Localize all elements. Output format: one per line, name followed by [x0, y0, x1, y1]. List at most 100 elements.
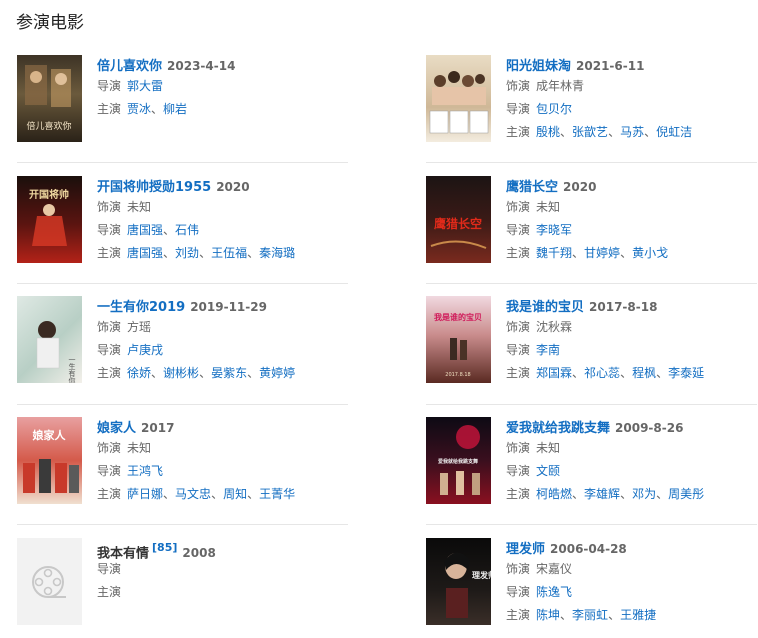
film-title[interactable]: 一生有你2019: [97, 300, 185, 315]
cast-label: 主演: [97, 366, 122, 380]
film-card-f2: 阳光姐妹淘 2021-6-11 饰演 成年林青 导演 包贝尔 主演 殷桃、张歆艺、马苏、…: [426, 55, 758, 155]
director-link[interactable]: 陈逸飞: [536, 585, 572, 599]
cast-label: 主演: [506, 366, 531, 380]
film-poster[interactable]: 我是谁的宝贝 2017.8.18: [426, 296, 491, 383]
film-poster[interactable]: 一生有你: [17, 296, 82, 383]
film-title[interactable]: 爱我就给我跳支舞: [506, 421, 610, 436]
film-date: 2008: [182, 546, 216, 561]
cast-link[interactable]: 黄婷婷: [259, 366, 295, 380]
cast-link[interactable]: 秦海璐: [259, 246, 295, 260]
film-poster[interactable]: 开国将帅: [17, 176, 82, 263]
film-title[interactable]: 阳光姐妹淘: [506, 59, 571, 74]
row-divider: [17, 524, 348, 525]
cast-link[interactable]: 周美彤: [668, 487, 704, 501]
citation-link[interactable]: [85]: [152, 541, 177, 554]
cast-link[interactable]: 魏千翔: [536, 246, 572, 260]
director-link[interactable]: 石伟: [175, 223, 199, 237]
cast-link[interactable]: 殷桃: [536, 125, 560, 139]
cast-link[interactable]: 王菁华: [259, 487, 295, 501]
film-date: 2021-6-11: [576, 59, 645, 73]
film-poster[interactable]: 娘家人: [17, 417, 82, 504]
cast-link[interactable]: 黄小戈: [632, 246, 668, 260]
director-link[interactable]: 卢庚戌: [127, 343, 163, 357]
cast-link[interactable]: 马苏: [620, 125, 644, 139]
director-link[interactable]: 包贝尔: [536, 102, 572, 116]
film-poster[interactable]: 理发师: [426, 538, 491, 625]
film-reel-icon: [31, 565, 66, 598]
separator: 、: [572, 246, 585, 260]
cast-link[interactable]: 甘婷婷: [584, 246, 620, 260]
separator: 、: [199, 366, 212, 380]
film-title[interactable]: 开国将帅授勋1955: [97, 180, 211, 195]
film-poster[interactable]: 倍儿喜欢你: [17, 55, 82, 142]
cast-link[interactable]: 周知: [223, 487, 247, 501]
cast-link[interactable]: 马文忠: [175, 487, 211, 501]
cast-link[interactable]: 张歆艺: [572, 125, 608, 139]
cast-link[interactable]: 贾冰: [127, 102, 151, 116]
film-poster[interactable]: 爱我就给我跳支舞: [426, 417, 491, 504]
film-card-f4: 鹰猎长空 鹰猎长空 2020 饰演 未知 导演 李晓军 主演 魏千翔、甘婷婷、黄小戈: [426, 176, 758, 276]
cast-link[interactable]: 刘劲: [175, 246, 199, 260]
film-title[interactable]: 理发师: [506, 542, 545, 557]
cast-link[interactable]: 李泰延: [668, 366, 704, 380]
cast-link[interactable]: 倪虹洁: [656, 125, 692, 139]
role-value: 未知: [127, 200, 152, 214]
cast-link[interactable]: 郑国霖: [536, 366, 572, 380]
poster-title: 开国将帅: [29, 188, 69, 201]
director-label: 导演: [97, 464, 122, 478]
cast-link[interactable]: 李雄辉: [584, 487, 620, 501]
director-link[interactable]: 李晓军: [536, 223, 572, 237]
director-link[interactable]: 李南: [536, 343, 560, 357]
cast-link[interactable]: 陈坤: [536, 608, 560, 622]
cast-link[interactable]: 晏紫东: [211, 366, 247, 380]
cast-label: 主演: [97, 585, 122, 599]
director-label: 导演: [97, 343, 122, 357]
cast-link[interactable]: 程枫: [632, 366, 656, 380]
role-label: 饰演: [97, 441, 122, 455]
separator: 、: [572, 487, 585, 501]
role-value: 未知: [536, 200, 561, 214]
role-label: 饰演: [506, 562, 531, 576]
film-card-f6: 我是谁的宝贝 2017.8.18 我是谁的宝贝 2017-8-18 饰演 沈秋霖 导…: [426, 296, 758, 396]
cast-link[interactable]: 李丽虹: [572, 608, 608, 622]
cast-link[interactable]: 徐娇: [127, 366, 151, 380]
director-link[interactable]: 唐国强: [127, 223, 163, 237]
cast-link[interactable]: 王伍福: [211, 246, 247, 260]
film-date: 2019-11-29: [190, 300, 267, 314]
cast-link[interactable]: 萨日娜: [127, 487, 163, 501]
film-title[interactable]: 娘家人: [97, 421, 136, 436]
separator: 、: [163, 487, 176, 501]
separator: 、: [608, 608, 621, 622]
director-label: 导演: [506, 464, 531, 478]
director-link[interactable]: 文颐: [536, 464, 560, 478]
film-poster[interactable]: 鹰猎长空: [426, 176, 491, 263]
director-link[interactable]: 郭大雷: [127, 79, 163, 93]
director-link[interactable]: 王鸿飞: [127, 464, 163, 478]
film-title[interactable]: 倍儿喜欢你: [97, 59, 162, 74]
cast-link[interactable]: 邓为: [632, 487, 656, 501]
film-title[interactable]: 我是谁的宝贝: [506, 300, 584, 315]
role-value: 成年林青: [536, 79, 585, 93]
cast-label: 主演: [97, 102, 122, 116]
separator: 、: [151, 366, 164, 380]
cast-link[interactable]: 王雅捷: [620, 608, 656, 622]
separator: 、: [163, 246, 176, 260]
film-card-f1: 倍儿喜欢你 倍儿喜欢你 2023-4-14 导演 郭大雷 主演 贾冰、柳岩: [17, 55, 363, 155]
cast-label: 主演: [97, 246, 122, 260]
cast-link[interactable]: 唐国强: [127, 246, 163, 260]
poster-title: 我是谁的宝贝: [434, 312, 482, 322]
row-divider: [426, 283, 757, 284]
poster-title: 倍儿喜欢你: [26, 120, 71, 132]
cast-link[interactable]: 谢彬彬: [163, 366, 199, 380]
separator: 、: [656, 487, 669, 501]
separator: 、: [620, 246, 633, 260]
film-poster[interactable]: [426, 55, 491, 142]
cast-link[interactable]: 柳岩: [163, 102, 187, 116]
separator: 、: [644, 125, 657, 139]
cast-link[interactable]: 柯皓燃: [536, 487, 572, 501]
poster-title: 鹰猎长空: [434, 216, 482, 231]
separator: 、: [560, 608, 573, 622]
film-poster-placeholder[interactable]: [17, 538, 82, 625]
film-title[interactable]: 鹰猎长空: [506, 180, 558, 195]
cast-link[interactable]: 祁心蕊: [584, 366, 620, 380]
